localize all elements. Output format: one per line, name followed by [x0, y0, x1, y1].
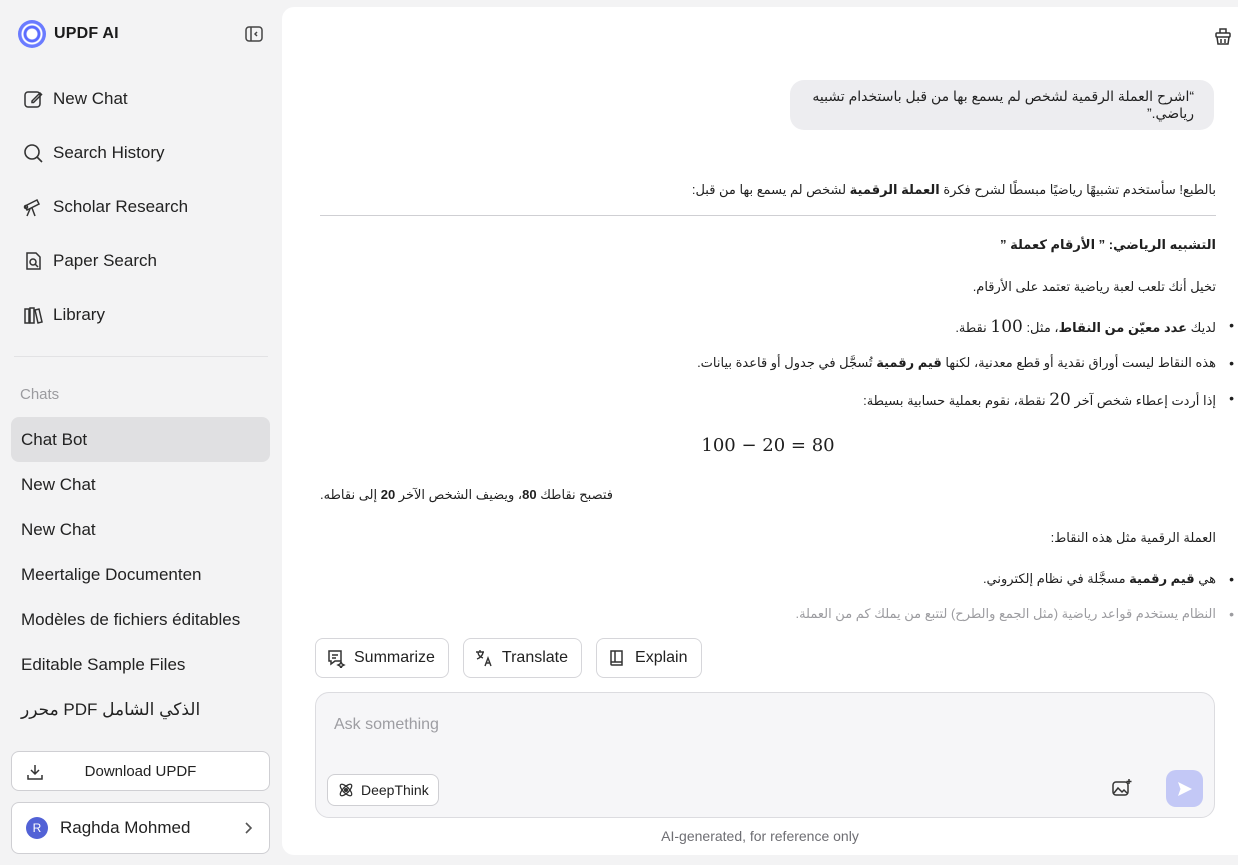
answer-divider — [320, 215, 1216, 216]
math-number: 100 — [990, 317, 1023, 337]
answer-intro: بالطبع! سأستخدم تشبيهًا رياضيًا مبسطًا ل… — [692, 182, 1216, 198]
nav-label: Library — [53, 305, 105, 324]
answer-paragraph: العملة الرقمية مثل هذه النقاط: — [1050, 530, 1216, 545]
search-icon — [24, 144, 43, 163]
answer-bullet: لديك عدد معيّن من النقاط، مثل: 100 نقطة. — [955, 317, 1233, 337]
deepthink-toggle[interactable]: DeepThink — [327, 774, 439, 806]
nav-label: Paper Search — [53, 251, 157, 270]
text-bold: العملة الرقمية — [849, 182, 940, 197]
chat-item[interactable]: Modèles de fichiers éditables — [11, 597, 270, 642]
collapse-sidebar-icon[interactable] — [244, 24, 264, 44]
composer: DeepThink — [315, 692, 1215, 818]
download-label: Download UPDF — [84, 762, 197, 780]
answer-bullet: إذا أردت إعطاء شخص آخر 20 نقطة، نقوم بعم… — [863, 390, 1234, 410]
answer-bullet: هذه النقاط ليست أوراق نقدية أو قطع معدني… — [697, 355, 1234, 371]
telescope-icon — [23, 198, 41, 217]
answer-paragraph: تخيل أنك تلعب لعبة رياضية تعتمد على الأر… — [972, 279, 1216, 294]
text: فتصبح نقاطك — [536, 487, 613, 502]
image-upload-icon[interactable] — [1111, 777, 1133, 799]
chats-heading: Chats — [20, 386, 60, 403]
atom-icon — [339, 783, 353, 797]
answer-heading: التشبيه الرياضي: ” الأرقام كعملة ” — [1000, 237, 1216, 253]
book-icon — [610, 650, 623, 666]
nav-search-history[interactable]: Search History — [12, 126, 270, 180]
translate-icon — [475, 650, 492, 667]
send-icon — [1177, 781, 1192, 796]
user-message: “اشرح العملة الرقمية لشخص لم يسمع بها من… — [790, 80, 1214, 130]
summarize-icon — [328, 650, 346, 668]
math-equation: 100 − 20 = 80 — [701, 435, 835, 456]
answer-bullet: هي قيم رقمية مسجَّلة في نظام إلكتروني. — [982, 571, 1234, 587]
nav-paper-search[interactable]: Paper Search — [12, 234, 270, 288]
nav-scholar-research[interactable]: Scholar Research — [12, 180, 270, 234]
chat-item[interactable]: Meertalige Documenten — [11, 552, 270, 597]
text: إذا أردت إعطاء شخص آخر — [1070, 393, 1216, 408]
nav-label: New Chat — [53, 89, 128, 108]
disclaimer: AI-generated, for reference only — [661, 828, 859, 844]
text-bold: عدد معيّن من النقاط — [1058, 320, 1188, 335]
nav-label: Scholar Research — [53, 197, 189, 216]
download-updf-button[interactable]: Download UPDF — [11, 751, 270, 791]
translate-label: Translate — [501, 649, 569, 666]
answer-paragraph: فتصبح نقاطك 80، ويضيف الشخص الآخر 20 إلى… — [320, 487, 613, 503]
translate-button[interactable]: Translate — [462, 638, 583, 678]
text: ، ويضيف الشخص الآخر — [395, 487, 523, 502]
summarize-button[interactable]: Summarize — [315, 638, 449, 678]
text: تُسجَّل في جدول أو قاعدة بيانات. — [697, 355, 877, 370]
text: نقطة. — [955, 320, 991, 335]
ask-input[interactable] — [334, 713, 1094, 737]
chat-item[interactable]: Chat Bot — [11, 417, 270, 462]
nav-new-chat[interactable]: New Chat — [12, 72, 270, 126]
chat-list: Chat Bot New Chat New Chat Meertalige Do… — [11, 417, 270, 732]
chat-item[interactable]: New Chat — [11, 507, 270, 552]
avatar: R — [26, 817, 48, 839]
text: ، مثل: — [1022, 320, 1059, 335]
math-number: 20 — [1049, 390, 1071, 410]
app-name: UPDF AI — [54, 25, 119, 42]
chat-item[interactable]: Editable Sample Files — [11, 642, 270, 687]
nav-label: Search History — [53, 143, 165, 162]
chat-item[interactable]: New Chat — [11, 462, 270, 507]
text: لشخص لم يسمع بها من قبل: — [691, 182, 850, 197]
user-name: Raghda Mohmed — [60, 818, 191, 837]
quick-actions: Summarize Translate Explain — [315, 638, 702, 678]
text: هي — [1194, 571, 1216, 586]
text-bold: 20 — [380, 487, 396, 502]
text-bold: قيم رقمية — [876, 355, 942, 370]
text: نقطة، نقوم بعملية حسابية بسيطة: — [863, 393, 1050, 408]
deepthink-label: DeepThink — [361, 782, 429, 798]
text-bold: التشبيه الرياضي: ” الأرقام كعملة ” — [999, 237, 1216, 252]
sidebar-nav: New Chat Search History Scholar Research… — [12, 72, 270, 342]
download-icon — [27, 765, 43, 780]
text: لديك — [1187, 320, 1216, 335]
explain-button[interactable]: Explain — [596, 638, 702, 678]
user-message-text: “اشرح العملة الرقمية لشخص لم يسمع بها من… — [812, 88, 1194, 121]
user-account-button[interactable]: R Raghda Mohmed — [11, 802, 270, 854]
text: إلى نقاطه. — [320, 487, 381, 502]
sidebar: UPDF AI New Chat Search History Scholar … — [0, 0, 282, 865]
send-button[interactable] — [1166, 770, 1203, 807]
clear-chat-icon[interactable] — [1212, 25, 1234, 47]
text: مسجَّلة في نظام إلكتروني. — [982, 571, 1130, 586]
text: بالطبع! سأستخدم تشبيهًا رياضيًا مبسطًا ل… — [939, 182, 1216, 197]
text: هذه النقاط ليست أوراق نقدية أو قطع معدني… — [941, 355, 1216, 370]
nav-library[interactable]: Library — [12, 288, 270, 342]
chat-item[interactable]: محرر PDF الذكي الشامل — [11, 687, 270, 732]
text-bold: 80 — [522, 487, 537, 502]
updf-logo-icon — [18, 20, 46, 48]
answer-bullet: النظام يستخدم قواعد رياضية (مثل الجمع وا… — [795, 606, 1233, 622]
text-bold: قيم رقمية — [1129, 571, 1195, 586]
explain-label: Explain — [635, 649, 688, 666]
library-icon — [24, 307, 43, 324]
summarize-label: Summarize — [354, 649, 435, 666]
chat-panel: “اشرح العملة الرقمية لشخص لم يسمع بها من… — [282, 7, 1238, 855]
chevron-right-icon — [245, 822, 253, 834]
document-search-icon — [26, 252, 41, 270]
sidebar-divider — [14, 356, 268, 357]
edit-icon — [24, 91, 43, 108]
brand[interactable]: UPDF AI — [18, 20, 119, 48]
